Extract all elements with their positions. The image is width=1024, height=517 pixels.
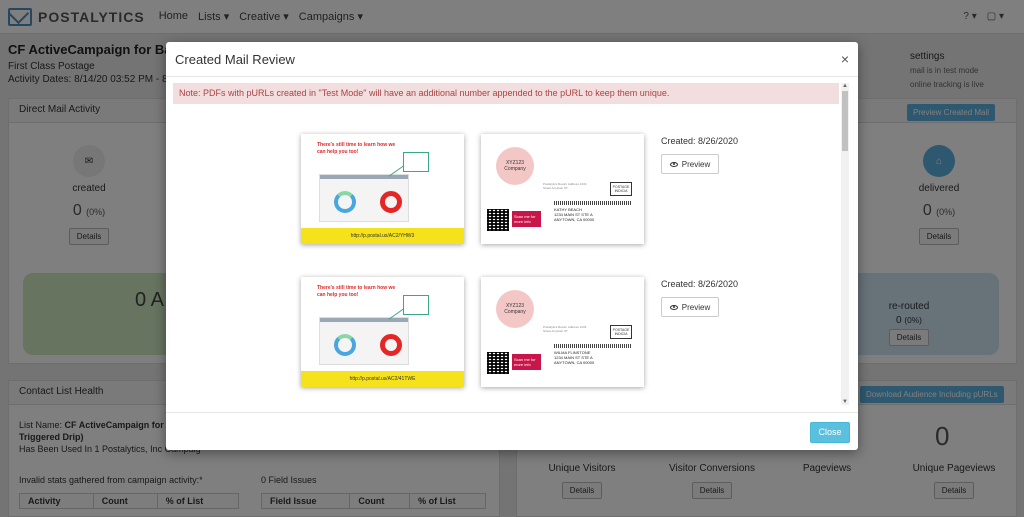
dashboard-mockup [319,317,409,365]
close-icon[interactable]: × [841,51,849,67]
row-meta: Created: 8/26/2020 Preview [661,136,761,174]
eye-icon [669,161,678,167]
scroll-up-arrow-icon[interactable]: ▲ [841,83,849,89]
modal-footer: Close [166,412,858,450]
close-button[interactable]: Close [810,422,850,443]
callout-box [403,295,429,315]
modal-scrollbar[interactable]: ▲ ▼ [841,83,849,405]
created-date: Created: 8/26/2020 [661,136,739,146]
scan-me-box: Scan me for more info [512,211,541,227]
purl-bar: http://p.postal.us/AC2/YHW3 [301,228,464,244]
mail-piece-row: There's still time to learn how we can h… [301,134,738,244]
donut-chart-icon [334,334,356,356]
postage-indicia: POSTAGE INDICIA [610,182,632,196]
eye-icon [669,304,678,310]
preview-label: Preview [681,159,711,169]
postcard-headline: There's still time to learn how we can h… [317,142,396,155]
created-mail-review-modal: Created Mail Review × Note: PDFs with pU… [166,42,858,450]
modal-body: Note: PDFs with pURLs created in "Test M… [166,78,858,410]
test-mode-note: Note: PDFs with pURLs created in "Test M… [173,83,839,104]
recipient-address: KATHY BEACH 1234 MAIN ST STE A ANYTOWN, … [554,207,634,222]
donut-chart-icon [380,334,402,356]
callout-box [403,152,429,172]
donut-chart-icon [380,191,402,213]
dashboard-mockup [319,174,409,222]
row-meta: Created: 8/26/2020 Preview [661,279,761,317]
recipient-line2: ANYTOWN, CA 00000 [554,217,595,222]
created-date: Created: 8/26/2020 [661,279,739,289]
preview-button[interactable]: Preview [661,297,719,317]
mail-barcode [554,201,632,205]
donut-chart-icon [334,191,356,213]
postcard-back: XYZ123 Company Postalytics Return Addres… [481,134,644,244]
preview-label: Preview [681,302,711,312]
postcard-headline: There's still time to learn how we can h… [317,285,396,298]
scroll-down-arrow-icon[interactable]: ▼ [841,399,849,405]
qr-code-icon [487,209,509,231]
postcard-front: There's still time to learn how we can h… [301,134,464,244]
return-address: Postalytics Return Address 1234 Street A… [543,182,587,190]
qr-code-icon [487,352,509,374]
postcard-front: There's still time to learn how we can h… [301,277,464,387]
mail-piece-row: There's still time to learn how we can h… [301,277,738,387]
modal-title: Created Mail Review [175,51,295,67]
scan-me-box: Scan me for more info [512,354,541,370]
purl-bar: http://p.postal.us/AC2/41TWE [301,371,464,387]
recipient-line2: ANYTOWN, CA 00000 [554,360,595,365]
scroll-thumb[interactable] [842,91,848,151]
company-logo: XYZ123 Company [496,147,534,185]
mail-barcode [554,344,632,348]
postage-indicia: POSTAGE INDICIA [610,325,632,339]
modal-header: Created Mail Review × [166,42,858,77]
preview-button[interactable]: Preview [661,154,719,174]
recipient-address: WILMA FLINSTONE 1234 MAIN ST STE A ANYTO… [554,350,634,365]
postcard-back: XYZ123 Company Postalytics Return Addres… [481,277,644,387]
company-logo: XYZ123 Company [496,290,534,328]
return-address: Postalytics Return Address 1234 Street A… [543,325,587,333]
